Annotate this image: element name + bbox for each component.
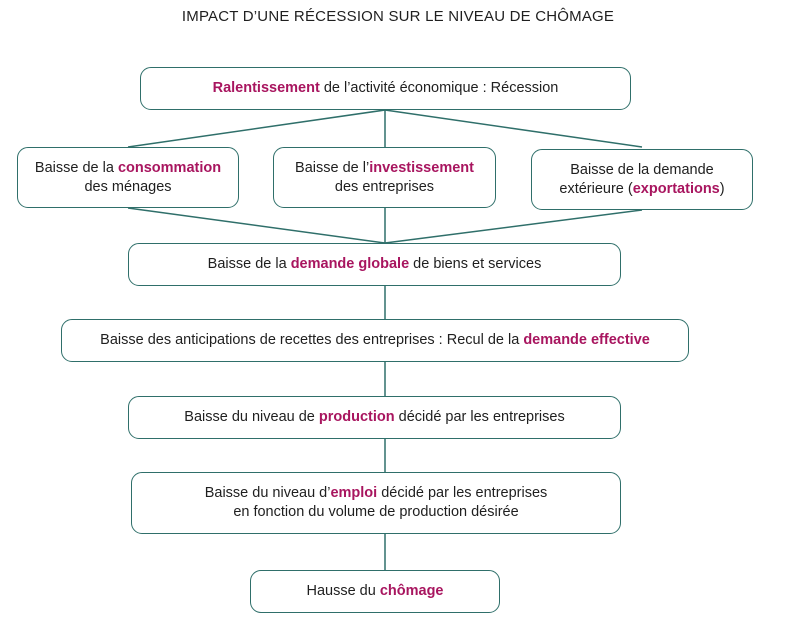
text-segment: Baisse du niveau de: [184, 409, 319, 425]
highlighted-keyword: Ralentissement: [212, 80, 320, 96]
diagram-title: IMPACT D’UNE RÉCESSION SUR LE NIVEAU DE …: [181, 8, 615, 25]
box-text-line: Baisse du niveau d’emploi décidé par les…: [205, 484, 548, 503]
box-production: Baisse du niveau de production décidé pa…: [128, 396, 621, 439]
text-segment: Baisse de la demande: [570, 161, 714, 178]
box-text: Baisse de l’investissement des entreprise…: [295, 159, 474, 197]
highlighted-keyword: exportations: [632, 180, 720, 197]
highlighted-keyword: chômage: [379, 583, 444, 599]
box-text-line: Ralentissement de l’activité économique …: [213, 79, 559, 98]
text-segment: Baisse des anticipations de recettes des…: [100, 332, 524, 348]
highlighted-keyword: demande effective: [523, 332, 650, 348]
box-demande-globale: Baisse de la demande globale de biens et…: [128, 243, 621, 286]
box-text-line: des entreprises: [295, 178, 474, 197]
text-segment: Baisse de la: [34, 159, 118, 176]
text-segment: des entreprises: [334, 178, 435, 195]
text-segment: des ménages: [84, 178, 172, 195]
box-recession: Ralentissement de l’activité économique …: [140, 67, 631, 110]
box-text: Baisse du niveau d’emploi décidé par les…: [205, 484, 548, 522]
box-text-line: en fonction du volume de production dési…: [205, 503, 548, 522]
box-text: Baisse de la demande extérieure (exportat…: [559, 161, 724, 199]
box-exportations: Baisse de la demande extérieure (exportat…: [531, 149, 753, 210]
box-consommation: Baisse de la consommation des ménages: [17, 147, 239, 208]
highlighted-keyword: demande globale: [290, 256, 410, 272]
box-text-line: Baisse de la demande: [559, 161, 724, 180]
box-text: Ralentissement de l’activité économique …: [213, 79, 559, 98]
box-text: Baisse des anticipations de recettes des…: [100, 331, 650, 350]
box-text-line: extérieure (exportations): [559, 180, 724, 199]
text-segment: extérieure (: [559, 180, 633, 197]
box-text-line: Baisse du niveau de production décidé pa…: [184, 408, 564, 427]
connector-consommation-demande: [127, 207, 386, 244]
box-text-line: Baisse de la demande globale de biens et…: [208, 255, 542, 274]
box-text: Baisse de la demande globale de biens et…: [208, 255, 542, 274]
connector-exterieure-demande: [384, 209, 643, 244]
text-segment: en fonction du volume de production dési…: [233, 504, 519, 520]
box-text: Hausse du chômage: [306, 582, 443, 601]
highlighted-keyword: production: [318, 409, 395, 425]
connector-recession-consommation: [127, 109, 386, 148]
text-segment: décidé par les entreprises: [394, 409, 565, 425]
text-segment: ): [719, 180, 725, 197]
highlighted-keyword: investissement: [369, 159, 474, 176]
box-investissement: Baisse de l’investissement des entreprise…: [273, 147, 496, 208]
box-anticipations: Baisse des anticipations de recettes des…: [61, 319, 689, 362]
box-text-line: Baisse de la consommation: [35, 159, 221, 178]
text-segment: Baisse du niveau d’: [204, 485, 331, 501]
highlighted-keyword: emploi: [330, 485, 378, 501]
box-text-line: Hausse du chômage: [306, 582, 443, 601]
box-emploi: Baisse du niveau d’emploi décidé par les…: [131, 472, 621, 534]
text-segment: Baisse de la: [207, 256, 291, 272]
connector-recession-exterieure: [384, 109, 643, 148]
text-segment: de l’activité économique : Récession: [319, 80, 559, 96]
box-chomage: Hausse du chômage: [250, 570, 500, 613]
box-text: Baisse du niveau de production décidé pa…: [184, 408, 564, 427]
text-segment: Baisse de l’: [295, 159, 370, 176]
text-segment: décidé par les entreprises: [377, 485, 548, 501]
box-text-line: Baisse de l’investissement: [295, 159, 474, 178]
text-segment: de biens et services: [409, 256, 542, 272]
box-text: Baisse de la consommation des ménages: [35, 159, 221, 197]
text-segment: Hausse du: [306, 583, 380, 599]
box-text-line: des ménages: [35, 178, 221, 197]
highlighted-keyword: consommation: [117, 159, 222, 176]
box-text-line: Baisse des anticipations de recettes des…: [100, 331, 650, 350]
